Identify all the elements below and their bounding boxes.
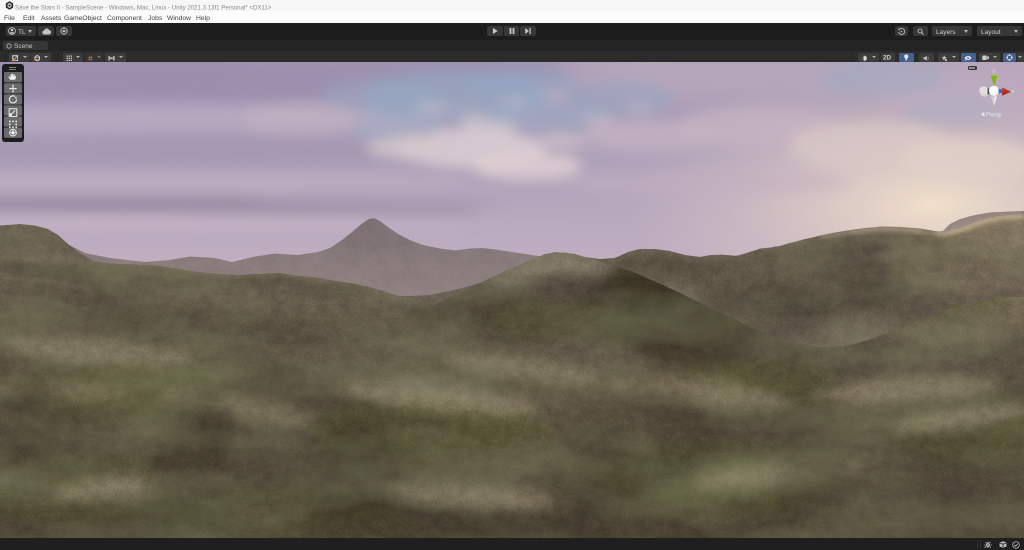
svg-text:Y: Y [992, 70, 996, 76]
svg-text:Persp: Persp [986, 112, 1002, 118]
